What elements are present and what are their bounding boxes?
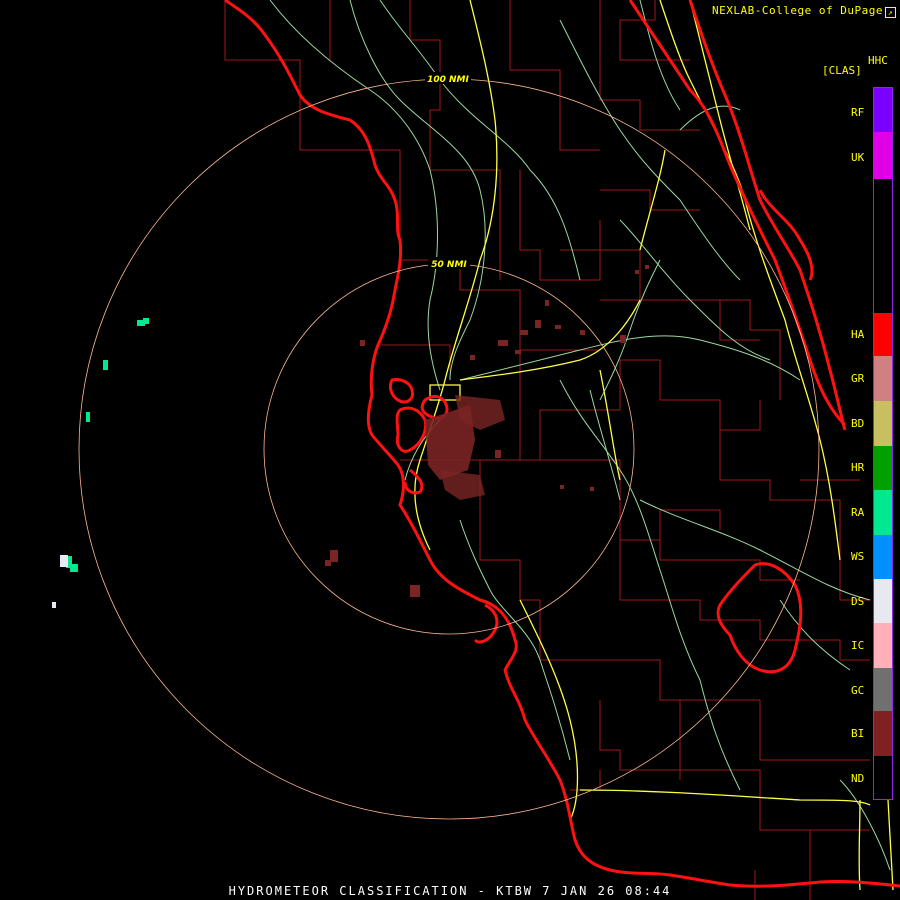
legend-label-nd: ND [851, 772, 865, 785]
legend-swatch-ds [874, 579, 892, 623]
nexlab-logo-icon: ↗ [885, 7, 896, 18]
legend-label-rf: RF [851, 106, 865, 119]
legend-label-hr: HR [851, 461, 865, 474]
county-boundaries [224, 0, 870, 900]
legend-label-bd: BD [851, 417, 865, 430]
legend-label-ic: IC [851, 639, 865, 652]
legend-swatch-gr [874, 356, 892, 401]
legend-product: HHC [868, 54, 888, 67]
legend-unit: [CLAS] [822, 64, 862, 77]
legend-swatch-bi [874, 711, 892, 756]
radar-map: 100 NMI 50 NMI [52, 0, 900, 900]
legend-label-ra: RA [851, 506, 865, 519]
product-footer: HYDROMETEOR CLASSIFICATION - KTBW 7 JAN … [228, 884, 672, 898]
coastline [224, 0, 900, 888]
legend-label-gc: GC [851, 684, 865, 697]
legend-label-ws: WS [851, 550, 865, 563]
legend-label-gr: GR [851, 372, 865, 385]
legend-color-bar [873, 87, 893, 800]
legend-swatch-hr [874, 446, 892, 490]
legend-label-ds: DS [851, 595, 865, 608]
radar-returns [52, 265, 649, 608]
ground-clutter-echoes [325, 265, 649, 597]
ring-label-100: 100 NMI [427, 75, 469, 85]
legend-label-ha: HA [851, 328, 865, 341]
highways-yellow [414, 0, 894, 891]
dry-snow-echoes [52, 555, 68, 608]
legend-label-bi: BI [851, 727, 865, 740]
legend-swatch-bd [874, 401, 892, 446]
rain-echoes [66, 318, 149, 572]
legend-swatch-rf [874, 88, 892, 132]
legend-swatch-ws [874, 535, 892, 579]
legend-label-uk: UK [851, 151, 865, 164]
legend-swatch-ra [874, 490, 892, 535]
credit-label: NEXLAB-College of DuPage ↗ [712, 4, 896, 18]
legend-swatch-gc [874, 668, 892, 711]
legend-swatch-ha [874, 313, 892, 356]
legend-swatch-uk [874, 132, 892, 179]
legend-swatch-ic [874, 623, 892, 668]
credit-text: NEXLAB-College of DuPage [712, 4, 883, 17]
ring-label-50: 50 NMI [431, 260, 467, 270]
